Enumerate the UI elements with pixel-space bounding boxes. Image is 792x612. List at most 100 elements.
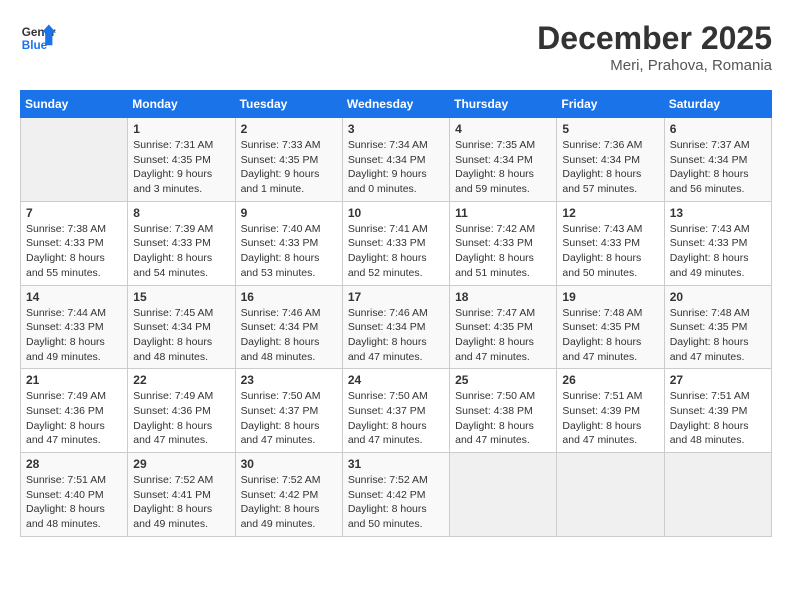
- col-header-friday: Friday: [557, 91, 664, 118]
- calendar-cell: 15 Sunrise: 7:45 AMSunset: 4:34 PMDayligh…: [128, 285, 235, 369]
- calendar-cell: 2 Sunrise: 7:33 AMSunset: 4:35 PMDaylight…: [235, 118, 342, 202]
- day-number: 27: [670, 373, 766, 387]
- day-info: Sunrise: 7:45 AMSunset: 4:34 PMDaylight:…: [133, 306, 229, 365]
- col-header-saturday: Saturday: [664, 91, 771, 118]
- day-info: Sunrise: 7:48 AMSunset: 4:35 PMDaylight:…: [670, 306, 766, 365]
- calendar-cell: 10Sunrise: 7:41 AMSunset: 4:33 PMDayligh…: [342, 201, 449, 285]
- day-info: Sunrise: 7:50 AMSunset: 4:37 PMDaylight:…: [241, 389, 337, 448]
- calendar-cell: 19Sunrise: 7:48 AMSunset: 4:35 PMDayligh…: [557, 285, 664, 369]
- day-info: Sunrise: 7:44 AMSunset: 4:33 PMDaylight:…: [26, 306, 122, 365]
- day-number: 2: [241, 122, 337, 136]
- day-number: 12: [562, 206, 658, 220]
- calendar-cell: 27 Sunrise: 7:51 AMSunset: 4:39 PMDayligh…: [664, 369, 771, 453]
- day-number: 24: [348, 373, 444, 387]
- calendar-cell: 18Sunrise: 7:47 AMSunset: 4:35 PMDayligh…: [450, 285, 557, 369]
- day-number: 18: [455, 290, 551, 304]
- week-row-4: 21Sunrise: 7:49 AMSunset: 4:36 PMDayligh…: [21, 369, 772, 453]
- day-info: Sunrise: 7:49 AMSunset: 4:36 PMDaylight:…: [133, 389, 229, 448]
- calendar-cell: 3Sunrise: 7:34 AMSunset: 4:34 PMDaylight…: [342, 118, 449, 202]
- day-number: 22: [133, 373, 229, 387]
- calendar-cell: 1 Sunrise: 7:31 AMSunset: 4:35 PMDaylight…: [128, 118, 235, 202]
- day-info: Sunrise: 7:41 AMSunset: 4:33 PMDaylight:…: [348, 222, 444, 281]
- week-row-3: 14 Sunrise: 7:44 AMSunset: 4:33 PMDayligh…: [21, 285, 772, 369]
- day-number: 14: [26, 290, 122, 304]
- day-number: 6: [670, 122, 766, 136]
- day-number: 29: [133, 457, 229, 471]
- calendar-cell: [21, 118, 128, 202]
- day-number: 28: [26, 457, 122, 471]
- day-number: 30: [241, 457, 337, 471]
- day-number: 31: [348, 457, 444, 471]
- day-info: Sunrise: 7:51 AMSunset: 4:40 PMDaylight:…: [26, 473, 122, 532]
- col-header-thursday: Thursday: [450, 91, 557, 118]
- calendar-cell: 29 Sunrise: 7:52 AMSunset: 4:41 PMDayligh…: [128, 453, 235, 537]
- day-info: Sunrise: 7:48 AMSunset: 4:35 PMDaylight:…: [562, 306, 658, 365]
- day-info: Sunrise: 7:46 AMSunset: 4:34 PMDaylight:…: [241, 306, 337, 365]
- calendar-cell: 9 Sunrise: 7:40 AMSunset: 4:33 PMDaylight…: [235, 201, 342, 285]
- day-info: Sunrise: 7:51 AMSunset: 4:39 PMDaylight:…: [562, 389, 658, 448]
- day-info: Sunrise: 7:52 AMSunset: 4:42 PMDaylight:…: [241, 473, 337, 532]
- day-info: Sunrise: 7:42 AMSunset: 4:33 PMDaylight:…: [455, 222, 551, 281]
- day-info: Sunrise: 7:43 AMSunset: 4:33 PMDaylight:…: [670, 222, 766, 281]
- col-header-monday: Monday: [128, 91, 235, 118]
- calendar-cell: 7Sunrise: 7:38 AMSunset: 4:33 PMDaylight…: [21, 201, 128, 285]
- calendar-cell: [450, 453, 557, 537]
- day-info: Sunrise: 7:43 AMSunset: 4:33 PMDaylight:…: [562, 222, 658, 281]
- calendar-cell: 23Sunrise: 7:50 AMSunset: 4:37 PMDayligh…: [235, 369, 342, 453]
- calendar-cell: [557, 453, 664, 537]
- col-header-tuesday: Tuesday: [235, 91, 342, 118]
- day-number: 16: [241, 290, 337, 304]
- calendar-cell: 13 Sunrise: 7:43 AMSunset: 4:33 PMDayligh…: [664, 201, 771, 285]
- week-row-2: 7Sunrise: 7:38 AMSunset: 4:33 PMDaylight…: [21, 201, 772, 285]
- calendar-table: SundayMondayTuesdayWednesdayThursdayFrid…: [20, 90, 772, 537]
- col-header-sunday: Sunday: [21, 91, 128, 118]
- day-info: Sunrise: 7:52 AMSunset: 4:42 PMDaylight:…: [348, 473, 444, 532]
- day-number: 13: [670, 206, 766, 220]
- day-number: 4: [455, 122, 551, 136]
- logo-icon: General Blue: [20, 20, 56, 56]
- col-header-wednesday: Wednesday: [342, 91, 449, 118]
- calendar-cell: 22 Sunrise: 7:49 AMSunset: 4:36 PMDayligh…: [128, 369, 235, 453]
- day-number: 8: [133, 206, 229, 220]
- day-number: 26: [562, 373, 658, 387]
- calendar-cell: 16 Sunrise: 7:46 AMSunset: 4:34 PMDayligh…: [235, 285, 342, 369]
- day-number: 5: [562, 122, 658, 136]
- day-info: Sunrise: 7:52 AMSunset: 4:41 PMDaylight:…: [133, 473, 229, 532]
- day-info: Sunrise: 7:38 AMSunset: 4:33 PMDaylight:…: [26, 222, 122, 281]
- calendar-cell: 25 Sunrise: 7:50 AMSunset: 4:38 PMDayligh…: [450, 369, 557, 453]
- day-info: Sunrise: 7:51 AMSunset: 4:39 PMDaylight:…: [670, 389, 766, 448]
- page-header: General Blue December 2025 Meri, Prahova…: [20, 20, 772, 74]
- day-number: 3: [348, 122, 444, 136]
- day-number: 1: [133, 122, 229, 136]
- week-row-5: 28 Sunrise: 7:51 AMSunset: 4:40 PMDayligh…: [21, 453, 772, 537]
- day-info: Sunrise: 7:31 AMSunset: 4:35 PMDaylight:…: [133, 138, 229, 197]
- week-row-1: 1 Sunrise: 7:31 AMSunset: 4:35 PMDaylight…: [21, 118, 772, 202]
- day-number: 17: [348, 290, 444, 304]
- title-block: December 2025 Meri, Prahova, Romania: [537, 20, 772, 74]
- calendar-cell: 20Sunrise: 7:48 AMSunset: 4:35 PMDayligh…: [664, 285, 771, 369]
- calendar-cell: 4Sunrise: 7:35 AMSunset: 4:34 PMDaylight…: [450, 118, 557, 202]
- day-info: Sunrise: 7:46 AMSunset: 4:34 PMDaylight:…: [348, 306, 444, 365]
- svg-text:Blue: Blue: [22, 39, 48, 52]
- day-info: Sunrise: 7:49 AMSunset: 4:36 PMDaylight:…: [26, 389, 122, 448]
- calendar-cell: 17 Sunrise: 7:46 AMSunset: 4:34 PMDayligh…: [342, 285, 449, 369]
- day-info: Sunrise: 7:40 AMSunset: 4:33 PMDaylight:…: [241, 222, 337, 281]
- day-info: Sunrise: 7:36 AMSunset: 4:34 PMDaylight:…: [562, 138, 658, 197]
- day-info: Sunrise: 7:39 AMSunset: 4:33 PMDaylight:…: [133, 222, 229, 281]
- calendar-header: SundayMondayTuesdayWednesdayThursdayFrid…: [21, 91, 772, 118]
- calendar-cell: 21Sunrise: 7:49 AMSunset: 4:36 PMDayligh…: [21, 369, 128, 453]
- calendar-cell: [664, 453, 771, 537]
- calendar-cell: 31 Sunrise: 7:52 AMSunset: 4:42 PMDayligh…: [342, 453, 449, 537]
- location: Meri, Prahova, Romania: [537, 57, 772, 74]
- day-number: 15: [133, 290, 229, 304]
- day-info: Sunrise: 7:33 AMSunset: 4:35 PMDaylight:…: [241, 138, 337, 197]
- calendar-cell: 30 Sunrise: 7:52 AMSunset: 4:42 PMDayligh…: [235, 453, 342, 537]
- day-number: 25: [455, 373, 551, 387]
- calendar-cell: 11 Sunrise: 7:42 AMSunset: 4:33 PMDayligh…: [450, 201, 557, 285]
- calendar-cell: 14 Sunrise: 7:44 AMSunset: 4:33 PMDayligh…: [21, 285, 128, 369]
- day-info: Sunrise: 7:50 AMSunset: 4:37 PMDaylight:…: [348, 389, 444, 448]
- calendar-cell: 24 Sunrise: 7:50 AMSunset: 4:37 PMDayligh…: [342, 369, 449, 453]
- day-info: Sunrise: 7:50 AMSunset: 4:38 PMDaylight:…: [455, 389, 551, 448]
- day-number: 9: [241, 206, 337, 220]
- day-number: 11: [455, 206, 551, 220]
